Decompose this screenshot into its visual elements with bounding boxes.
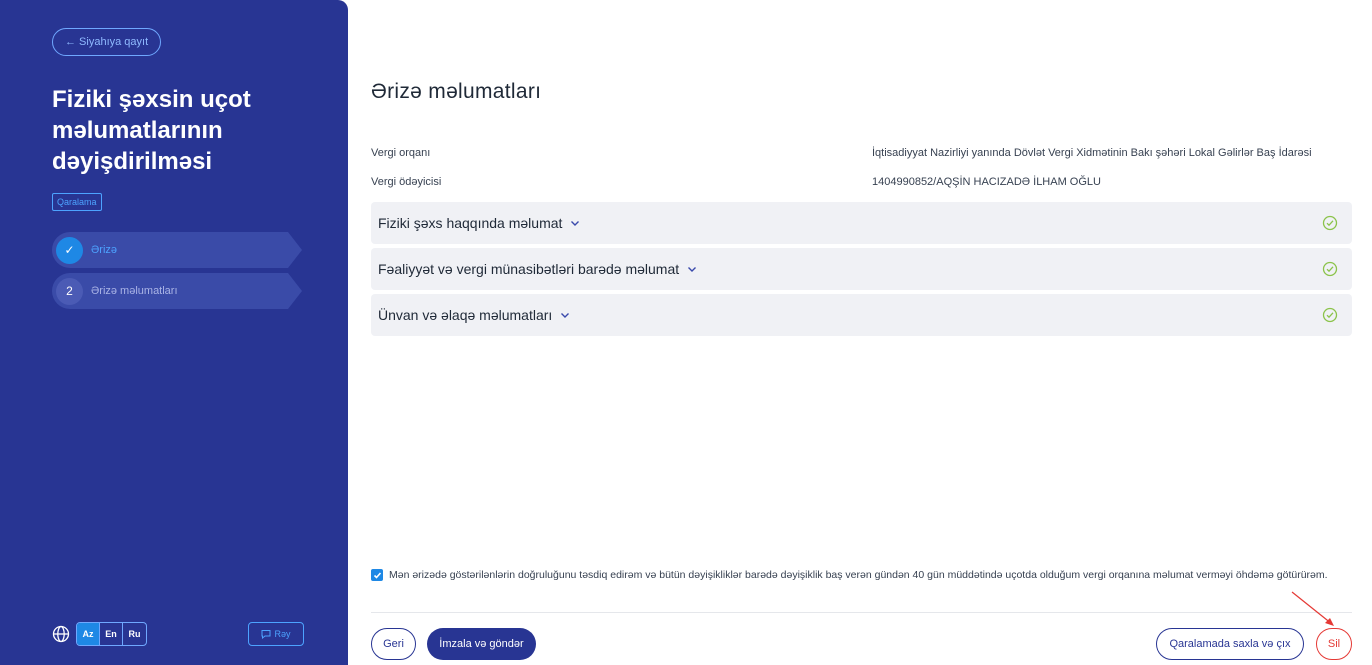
chevron-down-icon xyxy=(561,313,570,318)
info-label: Vergi ödəyicisi xyxy=(371,176,442,188)
divider xyxy=(371,612,1352,613)
save-draft-exit-button[interactable]: Qaralamada saxla və çıx xyxy=(1156,628,1304,660)
confirmation-checkbox[interactable] xyxy=(371,569,383,581)
accordion-personal-info[interactable]: Fiziki şəxs haqqında məlumat xyxy=(371,202,1352,244)
accordion-title: Fəaliyyət və vergi münasibətləri barədə … xyxy=(378,261,680,277)
confirmation-row: Mən ərizədə göstərilənlərin doğruluğunu … xyxy=(371,567,1352,584)
status-badge: Qaralama xyxy=(52,193,102,211)
lang-ru-button[interactable]: Ru xyxy=(123,623,146,645)
confirmation-text: Mən ərizədə göstərilənlərin doğruluğunu … xyxy=(389,569,1328,581)
back-to-list-button[interactable]: ← Siyahıya qayıt xyxy=(52,28,162,56)
page-title: Ərizə məlumatları xyxy=(371,80,542,103)
chevron-down-icon xyxy=(571,221,580,226)
check-circle-icon xyxy=(1322,261,1338,277)
step-label: Ərizə xyxy=(91,244,118,256)
main-content: Ərizə məlumatları Vergi orqanı İqtisadiy… xyxy=(371,0,1352,665)
check-icon: ✓ xyxy=(56,236,83,264)
language-switcher: Az En Ru xyxy=(76,622,147,646)
delete-button[interactable]: Sil xyxy=(1316,628,1352,660)
accordion-address-contact[interactable]: Ünvan və əlaqə məlumatları xyxy=(371,294,1352,336)
feedback-label: Rəy xyxy=(274,629,291,639)
info-row-tax-authority: Vergi orqanı İqtisadiyyat Nazirliyi yanı… xyxy=(371,147,1352,159)
info-row-taxpayer: Vergi ödəyicisi 1404990852/AQŞİN HACIZAD… xyxy=(371,176,1352,188)
info-value: İqtisadiyyat Nazirliyi yanında Dövlət Ve… xyxy=(872,147,1312,159)
globe-icon[interactable] xyxy=(52,625,70,643)
lang-en-button[interactable]: En xyxy=(100,623,123,645)
step-number: 2 xyxy=(56,277,83,305)
step-application-details[interactable]: 2 Ərizə məlumatları xyxy=(52,273,302,309)
check-circle-icon xyxy=(1322,215,1338,231)
check-circle-icon xyxy=(1322,307,1338,323)
sidebar: ← Siyahıya qayıt Fiziki şəxsin uçot məlu… xyxy=(0,0,348,665)
back-to-list-label: ← Siyahıya qayıt xyxy=(65,36,149,48)
chevron-down-icon xyxy=(688,267,697,272)
info-value: 1404990852/AQŞİN HACIZADƏ İLHAM OĞLU xyxy=(872,176,1101,188)
accordion-title: Fiziki şəxs haqqında məlumat xyxy=(378,215,563,231)
step-label: Ərizə məlumatları xyxy=(91,285,178,297)
back-button[interactable]: Geri xyxy=(371,628,416,660)
info-label: Vergi orqanı xyxy=(371,147,431,159)
lang-az-button[interactable]: Az xyxy=(77,623,100,645)
sign-send-button[interactable]: İmzala və göndər xyxy=(427,628,536,660)
accordion-title: Ünvan və əlaqə məlumatları xyxy=(378,307,553,323)
comment-icon xyxy=(261,630,271,639)
sidebar-title: Fiziki şəxsin uçot məlumatlarının dəyişd… xyxy=(52,86,251,175)
red-arrow-annotation xyxy=(1291,591,1334,626)
accordion-activity-info[interactable]: Fəaliyyət və vergi münasibətləri barədə … xyxy=(371,248,1352,290)
sidebar-footer: Az En Ru Rəy xyxy=(52,622,304,646)
feedback-button[interactable]: Rəy xyxy=(248,622,304,646)
step-application[interactable]: ✓ Ərizə xyxy=(52,232,302,268)
